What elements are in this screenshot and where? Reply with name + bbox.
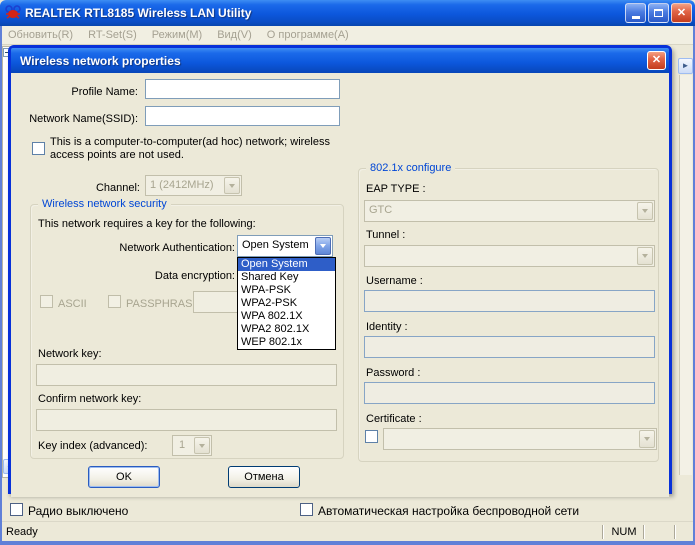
dropdown-option-wpa2-psk[interactable]: WPA2-PSK <box>238 297 335 310</box>
maximize-button[interactable] <box>648 3 669 23</box>
network-auth-combobox[interactable]: Open System <box>237 235 333 257</box>
window-border-left <box>0 26 2 545</box>
ascii-label: ASCII <box>58 298 87 310</box>
cancel-button[interactable]: Отмена <box>228 466 300 488</box>
profile-name-input[interactable] <box>145 79 340 99</box>
wireless-properties-dialog: Wireless network properties ✕ Profile Na… <box>8 45 672 497</box>
num-lock-indicator: NUM <box>611 526 637 538</box>
eap-type-label: EAP TYPE : <box>366 183 426 195</box>
passphrase-checkbox[interactable] <box>108 295 121 308</box>
window-titlebar: REALTEK RTL8185 Wireless LAN Utility <box>0 0 695 26</box>
network-auth-dropdown-list: Open System Shared Key WPA-PSK WPA2-PSK … <box>237 257 336 350</box>
ascii-checkbox[interactable] <box>40 295 53 308</box>
security-group-title: Wireless network security <box>38 197 171 211</box>
minimize-button[interactable] <box>625 3 646 23</box>
data-encryption-label: Data encryption: <box>154 270 235 282</box>
username-input[interactable] <box>364 290 655 312</box>
password-label: Password : <box>366 367 421 379</box>
key-index-combobox[interactable]: 1 <box>172 435 212 456</box>
menu-item-about[interactable]: О программе(A) <box>267 29 349 41</box>
close-icon: ✕ <box>676 6 687 19</box>
dialog-titlebar: Wireless network properties <box>11 48 669 73</box>
dropdown-option-shared-key[interactable]: Shared Key <box>238 271 335 284</box>
auto-config-label: Автоматическая настройка беспроводной се… <box>318 504 580 518</box>
status-bar: Ready NUM <box>0 521 695 541</box>
statusbar-divider <box>602 525 604 539</box>
menu-item-rtset[interactable]: RT-Set(S) <box>88 29 137 41</box>
dropdown-option-wep-8021x[interactable]: WEP 802.1x <box>238 336 335 349</box>
key-index-label: Key index (advanced): <box>38 440 148 452</box>
scroll-right-button[interactable]: ► <box>678 58 693 74</box>
dialog-close-icon: ✕ <box>651 54 662 66</box>
confirm-key-input[interactable] <box>36 409 337 431</box>
key-index-value: 1 <box>179 439 186 451</box>
maximize-icon <box>654 9 663 17</box>
network-auth-label: Network Authentication: <box>119 242 235 254</box>
menu-item-mode[interactable]: Режим(M) <box>152 29 202 41</box>
confirm-key-label: Confirm network key: <box>38 393 142 405</box>
statusbar-divider <box>674 525 676 539</box>
window-title: REALTEK RTL8185 Wireless LAN Utility <box>25 6 252 20</box>
tunnel-combobox[interactable] <box>364 245 655 267</box>
profile-name-label: Profile Name: <box>71 86 138 98</box>
username-label: Username : <box>366 275 423 287</box>
dropdown-option-wpa-8021x[interactable]: WPA 802.1X <box>238 310 335 323</box>
radio-off-label: Радио выключено <box>28 504 129 518</box>
security-note: This network requires a key for the foll… <box>38 218 256 230</box>
minimize-icon <box>631 16 640 19</box>
menu-item-view[interactable]: Вид(V) <box>217 29 252 41</box>
dropdown-option-wpa2-8021x[interactable]: WPA2 802.1X <box>238 323 335 336</box>
ssid-label: Network Name(SSID): <box>29 113 138 125</box>
channel-combobox[interactable]: 1 (2412MHz) <box>145 175 242 196</box>
menu-item-refresh[interactable]: Обновить(R) <box>8 29 73 41</box>
certificate-label: Certificate : <box>366 413 422 425</box>
adhoc-label: This is a computer-to-computer(ad hoc) n… <box>50 136 330 161</box>
network-auth-value: Open System <box>242 239 309 251</box>
dialog-body: Profile Name: Network Name(SSID): This i… <box>11 73 669 497</box>
dropdown-option-wpa-psk[interactable]: WPA-PSK <box>238 284 335 297</box>
certificate-combobox[interactable] <box>383 428 657 450</box>
channel-label: Channel: <box>95 182 140 194</box>
scroll-right-icon: ► <box>681 61 690 70</box>
realtek-crab-icon <box>5 5 21 19</box>
password-input[interactable] <box>364 382 655 404</box>
application-window: REALTEK RTL8185 Wireless LAN Utility ✕ О… <box>0 0 695 545</box>
eap-type-combobox[interactable]: GTC <box>364 200 655 222</box>
channel-value: 1 (2412MHz) <box>150 179 214 191</box>
network-auth-dropdown-icon[interactable] <box>315 237 331 255</box>
dialog-close-button[interactable]: ✕ <box>647 51 666 70</box>
tunnel-label: Tunnel : <box>366 229 406 241</box>
certificate-checkbox[interactable] <box>365 430 378 443</box>
network-key-label: Network key: <box>38 348 102 360</box>
auto-config-checkbox[interactable] <box>300 503 313 516</box>
menu-bar: Обновить(R) RT-Set(S) Режим(M) Вид(V) О … <box>0 26 695 45</box>
channel-dropdown-icon[interactable] <box>224 177 240 194</box>
network-key-input[interactable] <box>36 364 337 386</box>
eap-type-value: GTC <box>369 204 393 216</box>
ok-button[interactable]: OK <box>88 466 160 488</box>
window-border-bottom <box>0 541 695 545</box>
eap-type-dropdown-icon[interactable] <box>637 202 653 220</box>
tunnel-dropdown-icon[interactable] <box>637 247 653 265</box>
background-right-panel <box>679 75 692 475</box>
identity-input[interactable] <box>364 336 655 358</box>
ssid-input[interactable] <box>145 106 340 126</box>
key-index-dropdown-icon[interactable] <box>194 437 210 454</box>
statusbar-divider <box>643 525 645 539</box>
ieee8021x-group-title: 802.1x configure <box>366 161 456 175</box>
status-text: Ready <box>6 526 38 538</box>
dialog-title: Wireless network properties <box>20 53 181 68</box>
certificate-dropdown-icon[interactable] <box>639 430 655 448</box>
identity-label: Identity : <box>366 321 408 333</box>
passphrase-label: PASSPHRASE <box>126 298 200 310</box>
radio-off-checkbox[interactable] <box>10 503 23 516</box>
dropdown-option-open-system[interactable]: Open System <box>238 258 335 271</box>
adhoc-checkbox[interactable] <box>32 142 45 155</box>
close-button[interactable]: ✕ <box>671 3 692 23</box>
